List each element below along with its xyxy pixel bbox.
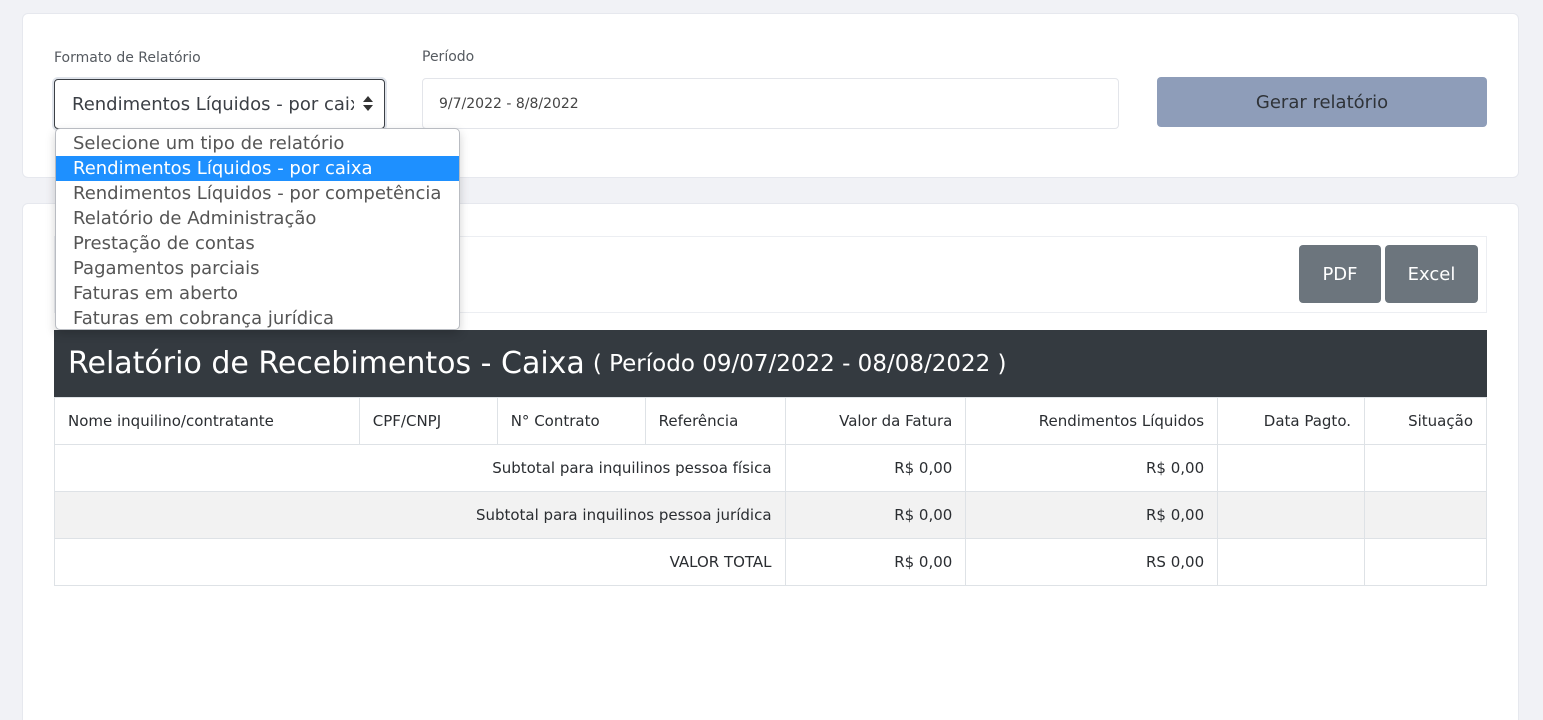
table-row: Subtotal para inquilinos pessoa jurídica… <box>54 491 1487 539</box>
report-header: Relatório de Recebimentos - Caixa ( Perí… <box>54 330 1487 397</box>
table-row: VALOR TOTAL R$ 0,00 RS 0,00 <box>54 538 1487 586</box>
data-pagto-cell <box>1217 444 1365 492</box>
table-row: Subtotal para inquilinos pessoa física R… <box>54 444 1487 492</box>
export-pdf-button[interactable]: PDF <box>1299 245 1381 303</box>
report-title: Relatório de Recebimentos - Caixa <box>68 346 585 381</box>
row-label: Subtotal para inquilinos pessoa física <box>54 444 786 492</box>
column-header: Data Pagto. <box>1217 397 1365 445</box>
valor-fatura-cell: R$ 0,00 <box>785 491 967 539</box>
report-format-dropdown: Selecione um tipo de relatório Rendiment… <box>55 128 460 330</box>
column-header: Rendimentos Líquidos <box>965 397 1219 445</box>
column-header: Referência <box>645 397 786 445</box>
valor-fatura-cell: R$ 0,00 <box>785 444 967 492</box>
dropdown-option[interactable]: Selecione um tipo de relatório <box>56 131 459 156</box>
data-pagto-cell <box>1217 491 1365 539</box>
period-label: Período <box>422 49 475 65</box>
dropdown-option[interactable]: Relatório de Administração <box>56 206 459 231</box>
sort-arrows-icon <box>363 96 373 112</box>
table-header-row: Nome inquilino/contratante CPF/CNPJ N° C… <box>54 397 1487 445</box>
column-header: N° Contrato <box>497 397 646 445</box>
format-label: Formato de Relatório <box>54 50 201 66</box>
data-pagto-cell <box>1217 538 1365 586</box>
report-table: Nome inquilino/contratante CPF/CNPJ N° C… <box>54 397 1487 586</box>
generate-report-button[interactable]: Gerar relatório <box>1157 77 1487 127</box>
rendimentos-cell: R$ 0,00 <box>965 491 1219 539</box>
dropdown-option[interactable]: Pagamentos parciais <box>56 256 459 281</box>
period-input[interactable]: 9/7/2022 - 8/8/2022 <box>422 78 1119 129</box>
column-header: Nome inquilino/contratante <box>54 397 360 445</box>
valor-fatura-cell: R$ 0,00 <box>785 538 967 586</box>
dropdown-option[interactable]: Rendimentos Líquidos - por competência <box>56 181 459 206</box>
dropdown-option[interactable]: Faturas em cobrança jurídica <box>56 306 459 329</box>
situacao-cell <box>1364 491 1487 539</box>
report-format-select[interactable]: Rendimentos Líquidos - por caixa <box>54 79 385 129</box>
export-excel-button[interactable]: Excel <box>1385 245 1478 303</box>
rendimentos-cell: R$ 0,00 <box>965 444 1219 492</box>
column-header: CPF/CNPJ <box>359 397 498 445</box>
row-label: VALOR TOTAL <box>54 538 786 586</box>
report-period: ( Período 09/07/2022 - 08/08/2022 ) <box>592 350 1007 377</box>
dropdown-option[interactable]: Faturas em aberto <box>56 281 459 306</box>
rendimentos-cell: RS 0,00 <box>965 538 1219 586</box>
dropdown-option-selected[interactable]: Rendimentos Líquidos - por caixa <box>56 156 459 181</box>
report-format-value: Rendimentos Líquidos - por caixa <box>72 93 354 115</box>
situacao-cell <box>1364 538 1487 586</box>
column-header: Valor da Fatura <box>785 397 967 445</box>
column-header: Situação <box>1364 397 1487 445</box>
dropdown-option[interactable]: Prestação de contas <box>56 231 459 256</box>
row-label: Subtotal para inquilinos pessoa jurídica <box>54 491 786 539</box>
situacao-cell <box>1364 444 1487 492</box>
